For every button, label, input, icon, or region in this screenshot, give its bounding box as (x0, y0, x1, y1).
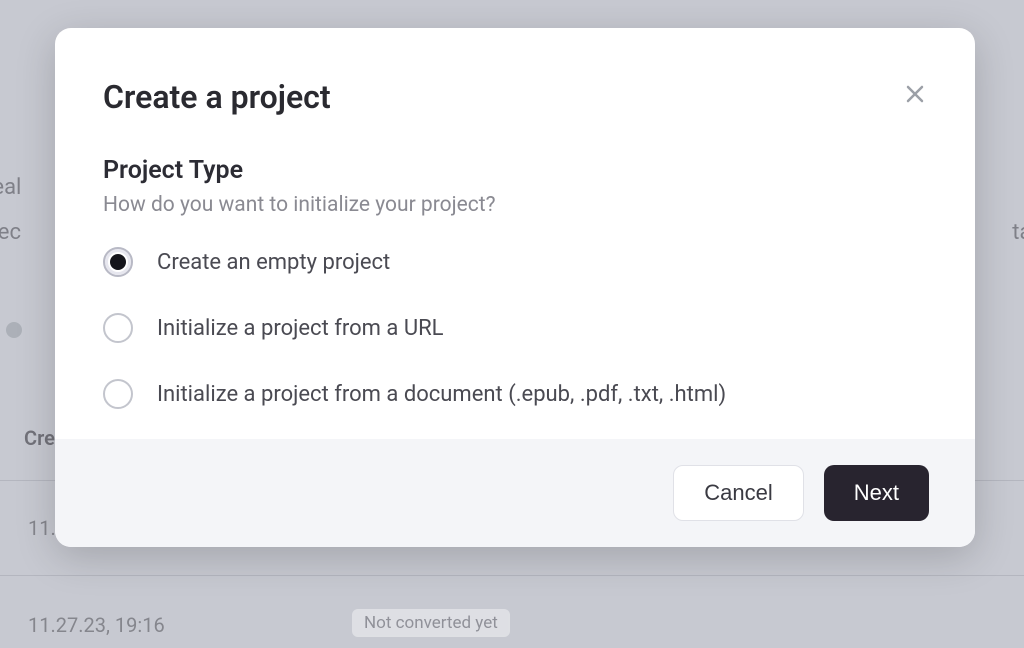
radio-indicator (103, 247, 133, 277)
project-type-section: Project Type How do you want to initiali… (55, 126, 975, 439)
close-button[interactable] (903, 82, 927, 110)
bg-word: deal (0, 175, 21, 200)
close-icon (903, 82, 927, 106)
table-header-cell: Cre (24, 426, 55, 450)
section-subtitle: How do you want to initialize your proje… (103, 193, 927, 217)
radio-group: Create an empty project Initialize a pro… (103, 247, 927, 409)
table-row-date: 11.27.23, 19:16 (28, 613, 165, 637)
radio-option-from-document[interactable]: Initialize a project from a document (.e… (103, 379, 927, 409)
radio-label: Initialize a project from a URL (157, 316, 444, 341)
bg-word: ojec (0, 220, 21, 245)
create-project-modal: Create a project Project Type How do you… (55, 28, 975, 547)
section-title: Project Type (103, 156, 927, 185)
radio-label: Initialize a project from a document (.e… (157, 382, 726, 407)
cancel-button[interactable]: Cancel (673, 465, 803, 521)
radio-indicator (103, 313, 133, 343)
radio-label: Create an empty project (157, 250, 390, 275)
modal-footer: Cancel Next (55, 439, 975, 547)
radio-option-empty-project[interactable]: Create an empty project (103, 247, 927, 277)
modal-title: Create a project (103, 78, 331, 116)
divider (0, 575, 1024, 576)
status-badge: Not converted yet (352, 609, 510, 637)
radio-indicator (103, 379, 133, 409)
bg-word: tati (1012, 220, 1024, 245)
info-icon (6, 322, 22, 338)
radio-option-from-url[interactable]: Initialize a project from a URL (103, 313, 927, 343)
modal-header: Create a project (55, 28, 975, 126)
next-button[interactable]: Next (824, 465, 929, 521)
